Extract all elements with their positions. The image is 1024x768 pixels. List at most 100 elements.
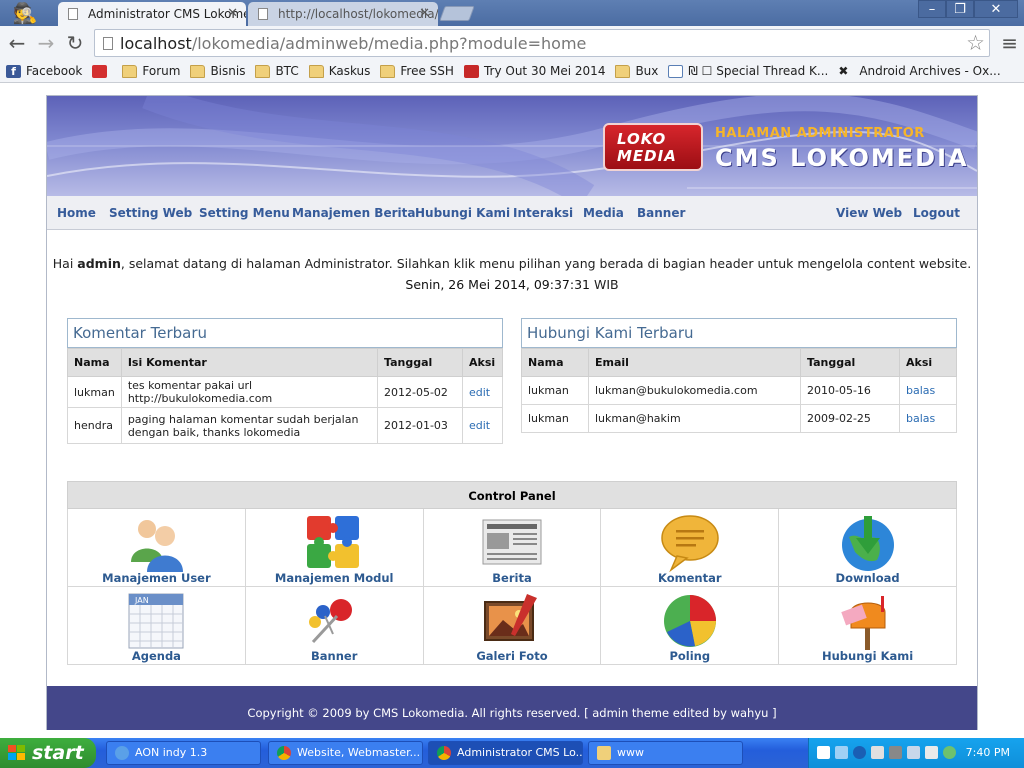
taskbar-item-website[interactable]: Website, Webmaster... — [268, 741, 423, 765]
current-datetime: Senin, 26 Mei 2014, 09:37:31 WIB — [47, 277, 977, 292]
close-window-icon[interactable]: ✕ — [974, 0, 1018, 18]
bookmark-try-out[interactable]: Try Out 30 Mei 2014 — [463, 64, 605, 78]
special-icon — [668, 64, 684, 78]
tab-administrator[interactable]: Administrator CMS Lokomedia ✕ — [58, 2, 246, 26]
table-row: lukman lukman@bukulokomedia.com 2010-05-… — [521, 376, 957, 405]
cell-email: lukman@bukulokomedia.com — [588, 376, 801, 405]
cp-download[interactable]: Download — [779, 509, 957, 587]
tools-icon[interactable] — [925, 746, 938, 759]
column-header: Tanggal — [377, 348, 463, 377]
nav-banner[interactable]: Banner — [637, 196, 685, 230]
bookmark-bisnis[interactable]: Bisnis — [190, 64, 245, 78]
globe-icon[interactable] — [943, 746, 956, 759]
cp-label: Banner — [311, 649, 358, 663]
panel-title: Komentar Terbaru — [67, 318, 503, 348]
komentar-terbaru-panel: Komentar Terbaru Nama Isi Komentar Tangg… — [67, 318, 503, 444]
page-info-icon[interactable] — [103, 37, 113, 50]
bookmark-bux[interactable]: Bux — [615, 64, 658, 78]
help-icon[interactable] — [817, 746, 830, 759]
bookmark-btc[interactable]: BTC — [255, 64, 299, 78]
bookmark-red-logo[interactable] — [92, 64, 112, 78]
window-controls: – ❐ ✕ — [918, 0, 1018, 18]
bookmark-label: Bux — [635, 64, 659, 78]
minimize-icon[interactable]: – — [918, 0, 946, 18]
nav-setting-web[interactable]: Setting Web — [109, 196, 192, 230]
admin-navbar: Home Setting Web Setting Menu Manajemen … — [47, 196, 977, 230]
balas-link[interactable]: balas — [906, 384, 935, 397]
nav-media[interactable]: Media — [583, 196, 624, 230]
cp-manajemen-user[interactable]: Manajemen User — [68, 509, 246, 587]
bookmark-label: Kaskus — [328, 64, 371, 78]
control-panel: Control Panel Manajemen User Manajemen M… — [67, 481, 957, 665]
balas-link[interactable]: balas — [906, 412, 935, 425]
nav-manajemen-berita[interactable]: Manajemen Berita — [292, 196, 415, 230]
bookmark-kaskus[interactable]: Kaskus — [308, 64, 371, 78]
bookmark-special-thread[interactable]: ₪ ☐ Special Thread K... — [668, 64, 828, 78]
display-icon[interactable] — [889, 746, 902, 759]
nav-interaksi[interactable]: Interaksi — [513, 196, 573, 230]
app-icon — [115, 746, 129, 760]
cp-manajemen-modul[interactable]: Manajemen Modul — [245, 509, 424, 587]
cp-banner[interactable]: Banner — [245, 587, 424, 665]
cp-label: Hubungi Kami — [821, 649, 914, 663]
close-tab-icon[interactable]: ✕ — [227, 2, 238, 26]
taskbar-item-administrator[interactable]: Administrator CMS Lo... — [428, 741, 583, 765]
taskbar-item-www[interactable]: www — [588, 741, 743, 765]
tab-localhost[interactable]: http://localhost/lokomedia/ f ✕ — [248, 2, 438, 26]
restore-icon[interactable]: ❐ — [946, 0, 974, 18]
column-header: Nama — [67, 348, 122, 377]
cp-label: Poling — [669, 649, 711, 663]
nav-home[interactable]: Home — [57, 196, 96, 230]
bookmark-label: Free SSH — [400, 64, 454, 78]
column-header: Aksi — [899, 348, 957, 377]
close-tab-icon[interactable]: ✕ — [419, 2, 430, 26]
nav-logout[interactable]: Logout — [913, 196, 960, 230]
header-title: CMS LOKOMEDIA — [715, 144, 969, 172]
speech-bubble-icon — [661, 515, 719, 573]
nav-hubungi-kami[interactable]: Hubungi Kami — [415, 196, 510, 230]
chrome-menu-icon[interactable]: ≡ — [1001, 31, 1018, 55]
cp-poling[interactable]: Poling — [601, 587, 780, 665]
browser-tab-bar: 🕵 Administrator CMS Lokomedia ✕ http://l… — [0, 0, 1024, 26]
edit-link[interactable]: edit — [469, 419, 490, 432]
bookmark-forum[interactable]: Forum — [122, 64, 180, 78]
photo-gallery-icon — [483, 594, 537, 641]
greeting-prefix: Hai — [52, 256, 78, 271]
start-button[interactable]: start — [0, 738, 96, 768]
monitor-icon[interactable] — [907, 746, 920, 759]
forward-arrow-icon[interactable]: → — [34, 31, 58, 55]
bookmark-android-archives[interactable]: ✖ Android Archives - Ox... — [838, 64, 1000, 78]
edit-link[interactable]: edit — [469, 386, 490, 399]
cell-aksi: edit — [462, 407, 503, 444]
bookmark-free-ssh[interactable]: Free SSH — [380, 64, 454, 78]
reload-icon[interactable]: ↻ — [63, 31, 87, 55]
windows-taskbar: start AON indy 1.3 Website, Webmaster...… — [0, 738, 1024, 768]
network-icon[interactable] — [835, 746, 848, 759]
cell-nama: lukman — [67, 376, 122, 408]
cp-hubungi-kami[interactable]: Hubungi Kami — [779, 587, 957, 665]
red-logo-icon — [92, 64, 108, 78]
cp-label: Komentar — [658, 571, 722, 585]
cp-galeri-foto[interactable]: Galeri Foto — [423, 587, 602, 665]
nav-view-web[interactable]: View Web — [836, 196, 902, 230]
pushpin-icon — [309, 599, 353, 644]
new-tab-button[interactable] — [439, 6, 475, 21]
bookmark-star-icon[interactable]: ☆ — [966, 30, 985, 56]
cp-komentar[interactable]: Komentar — [601, 509, 780, 587]
headset-icon[interactable] — [871, 746, 884, 759]
address-bar[interactable]: localhost/lokomedia/adminweb/media.php?m… — [94, 29, 990, 57]
cp-agenda[interactable]: JAN Agenda — [68, 587, 246, 665]
bookmark-facebook[interactable]: f Facebook — [6, 64, 82, 78]
x-icon: ✖ — [838, 63, 849, 78]
cell-tanggal: 2010-05-16 — [800, 376, 900, 405]
expand-tray-icon[interactable] — [853, 746, 866, 759]
cell-aksi: edit — [462, 376, 503, 408]
nav-setting-menu[interactable]: Setting Menu — [199, 196, 290, 230]
welcome-message: Hai admin, selamat datang di halaman Adm… — [47, 256, 977, 271]
bookmark-label: BTC — [275, 64, 299, 78]
back-arrow-icon[interactable]: ← — [5, 31, 29, 55]
cp-berita[interactable]: Berita — [423, 509, 602, 587]
taskbar-item-aon-indy[interactable]: AON indy 1.3 — [106, 741, 261, 765]
folder-icon — [308, 64, 324, 78]
url-path: /lokomedia/adminweb/media.php?module=hom… — [191, 34, 587, 53]
